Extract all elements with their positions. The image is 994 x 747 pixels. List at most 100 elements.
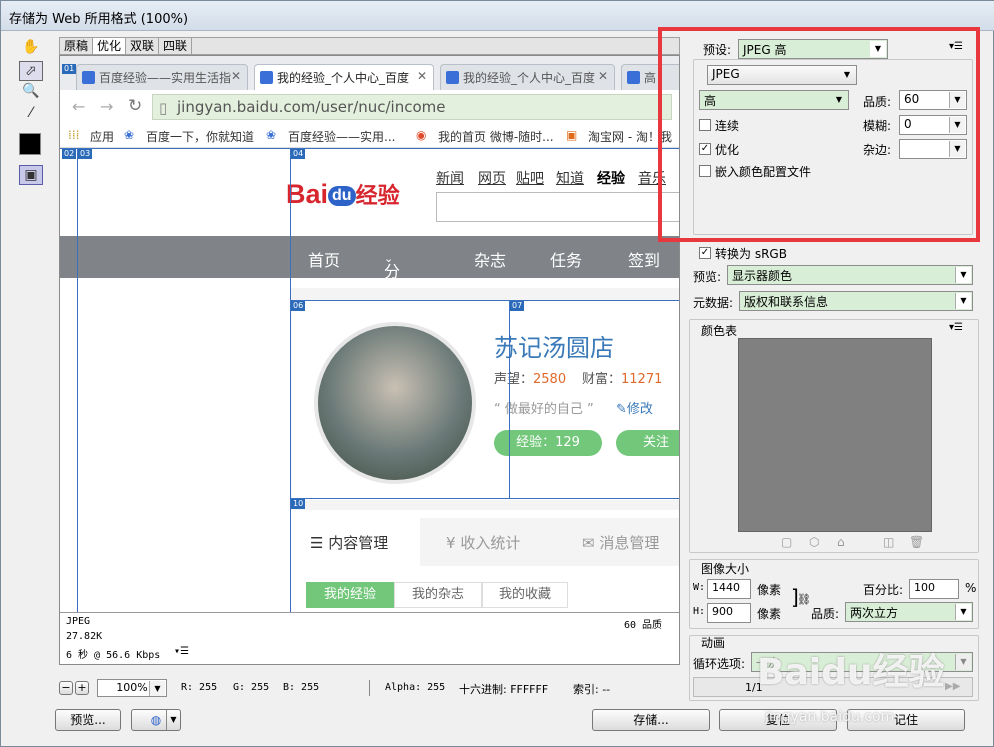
readout-alpha: Alpha: 255 <box>385 682 446 693</box>
slice-label[interactable]: 07 <box>510 301 525 311</box>
height-input[interactable]: 900 <box>707 603 751 623</box>
bookmark: 我的首页 微博-随时... <box>438 130 554 144</box>
paw-icon <box>82 71 95 84</box>
bookmark: 百度一下，你就知道 <box>146 130 255 144</box>
resample-select[interactable]: 两次立方 ▼ <box>845 602 973 622</box>
baidu-watermark: Baidu经验 <box>757 652 945 693</box>
section-tabs: ☰ 内容管理 ¥ 收入统计 ✉ 消息管理 <box>290 518 679 566</box>
preview-button[interactable]: 预览... <box>55 709 121 731</box>
browser-select[interactable]: ◍ ▼ <box>131 709 181 731</box>
loop-label: 循环选项: <box>693 657 746 671</box>
link-chain-icon[interactable]: ⛓ <box>797 593 811 606</box>
width-input[interactable]: 1440 <box>707 579 751 599</box>
slice-line <box>77 148 78 612</box>
convert-srgb-label: 转换为 sRGB <box>715 247 787 261</box>
chevron-down-icon: ▼ <box>166 710 180 730</box>
readout-index: 索引: -- <box>573 683 611 696</box>
experience-count-button: 经验：129 <box>494 430 602 456</box>
zoom-select[interactable]: 100% ▼ <box>97 679 167 697</box>
paw-icon <box>627 71 640 84</box>
tab-optimized[interactable]: 优化 <box>93 38 127 54</box>
taobao-icon: ▣ <box>566 128 578 142</box>
highlight-annotation-box <box>658 27 980 242</box>
link-jingyan: 经验 <box>597 171 625 187</box>
color-table-swatches[interactable] <box>738 338 932 532</box>
browser-tab: 百度经验——实用生活指 ✕ <box>76 64 248 90</box>
slice-line <box>290 498 679 499</box>
link-news: 新闻 <box>436 171 464 187</box>
eyedropper-tool-icon[interactable]: ⁄ <box>19 103 43 123</box>
resample-label: 品质: <box>811 607 840 621</box>
percent-input[interactable]: 100 <box>909 579 959 599</box>
tab-income-stats: ¥ 收入统计 <box>446 534 521 552</box>
page-icon: ▯ <box>159 99 168 117</box>
slice-line <box>60 148 679 149</box>
slice-line <box>509 300 510 498</box>
tab-4-up[interactable]: 四联 <box>159 38 193 54</box>
lock-color-icon: ⌂ <box>837 535 845 549</box>
status-file-size: 27.82K <box>66 631 103 642</box>
browser-tab-active: 我的经验_个人中心_百度 ✕ <box>254 64 434 90</box>
nav-magazine: 杂志 <box>474 251 507 270</box>
slice-label[interactable]: 06 <box>291 301 306 311</box>
edit-link: ✎修改 <box>616 402 653 417</box>
slice-label[interactable]: 02 <box>62 149 77 159</box>
readout-b: B: 255 <box>283 682 320 693</box>
link-web: 网页 <box>478 171 506 187</box>
bookmark: 百度经验——实用... <box>288 130 396 144</box>
url-field: ▯ jingyan.baidu.com/user/nuc/income <box>152 94 672 120</box>
animation-label: 动画 <box>701 636 726 650</box>
tab-messages: ✉ 消息管理 <box>582 534 660 552</box>
zoom-in-button[interactable]: + <box>75 681 89 695</box>
bookmarks-bar: ⁞⁞⁞ 应用 ❀ 百度一下，你就知道 ❀ 百度经验——实用... ◉ 我的首页 … <box>60 124 679 148</box>
web-shift-icon: ⬡ <box>809 535 820 549</box>
zoom-tool-icon[interactable]: 🔍 <box>19 81 43 101</box>
menu-icon[interactable]: ▾☰ <box>174 646 189 657</box>
save-for-web-dialog: 存储为 Web 所用格式 (100%) ✋ ⬀ 🔍 ⁄ ▣ 原稿 优化 双联 四联 百… <box>0 0 994 747</box>
nav-category: 分类 ⌄ <box>384 252 401 305</box>
divider <box>369 680 370 696</box>
save-button[interactable]: 存储... <box>592 709 710 731</box>
slice-label[interactable]: 10 <box>291 499 306 509</box>
convert-srgb-checkbox[interactable]: ✓ <box>699 247 711 259</box>
trash-icon: 🗑 <box>909 535 925 549</box>
wealth: 财富：11271 <box>582 372 663 387</box>
preview-canvas[interactable]: 百度经验——实用生活指 ✕ 我的经验_个人中心_百度 ✕ 我的经验_个人中心_百度 ✕… <box>59 55 680 665</box>
eyedropper-color-swatch[interactable] <box>19 133 41 155</box>
view-tabs: 原稿 优化 双联 四联 <box>59 37 680 55</box>
paw-icon: ❀ <box>124 128 135 142</box>
toggle-slices-icon[interactable]: ▣ <box>19 165 43 185</box>
site-nav: 首页 分类 ⌄ 杂志 任务 签到 <box>60 236 679 305</box>
status-format: JPEG <box>66 616 91 627</box>
percent-label: 百分比: <box>863 583 904 597</box>
slice-label[interactable]: 01 <box>62 64 77 74</box>
percent-unit: % <box>965 581 977 595</box>
subtab-my-experience: 我的经验 <box>306 582 394 608</box>
nav-checkin: 签到 <box>628 251 661 270</box>
close-icon: ✕ <box>230 69 241 83</box>
map-to-transparent-icon: ▢ <box>781 535 793 549</box>
preview-select[interactable]: 显示器颜色 ▼ <box>727 265 973 285</box>
metadata-select[interactable]: 版权和联系信息 ▼ <box>739 291 973 311</box>
readout-g: G: 255 <box>233 682 270 693</box>
watermark-url: jingyan.baidu.com <box>765 709 895 725</box>
tab-2-up[interactable]: 双联 <box>126 38 160 54</box>
status-download-time: 6 秒 @ 56.6 Kbps <box>66 650 161 661</box>
nav-home: 首页 <box>308 251 341 270</box>
baidu-logo: Bai du 经验 <box>286 179 400 209</box>
slice-label[interactable]: 04 <box>291 149 306 159</box>
follow-button: 关注 <box>616 430 679 456</box>
last-frame-icon[interactable]: ▶▶ <box>945 681 960 692</box>
slice-label[interactable]: 03 <box>78 149 93 159</box>
link-zhidao: 知道 <box>556 171 584 187</box>
zoom-out-button[interactable]: − <box>59 681 73 695</box>
close-icon: ✕ <box>597 69 608 83</box>
slice-select-tool-icon[interactable]: ⬀ <box>19 61 43 81</box>
chevron-down-icon: ▼ <box>955 654 971 670</box>
chevron-down-icon: ▼ <box>955 293 971 309</box>
tab-original[interactable]: 原稿 <box>60 38 94 54</box>
color-table-menu-icon[interactable]: ▾☰ <box>949 322 963 333</box>
color-table-label: 颜色表 <box>701 324 738 338</box>
browser-tab: 我的经验_个人中心_百度 ✕ <box>440 64 615 90</box>
hand-tool-icon[interactable]: ✋ <box>19 37 43 57</box>
